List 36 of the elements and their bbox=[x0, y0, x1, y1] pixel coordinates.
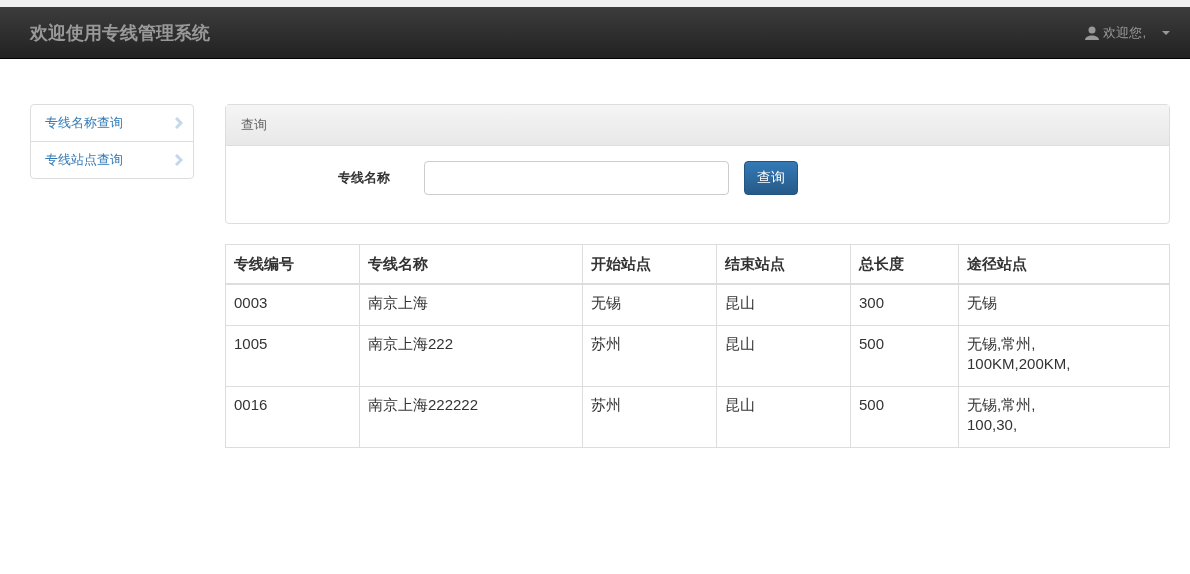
column-header: 开始站点 bbox=[582, 244, 717, 284]
input-field[interactable] bbox=[424, 161, 729, 195]
chevron-icon bbox=[175, 117, 183, 129]
app-title: 欢迎使用专线管理系统 bbox=[30, 21, 210, 45]
table-cell: 无锡 bbox=[582, 284, 717, 326]
table-cell: 0016 bbox=[225, 386, 360, 448]
user-icon bbox=[1085, 25, 1100, 40]
table-cell: 南京上海222222 bbox=[359, 386, 583, 448]
sidebar-item[interactable]: 专线名称查询 bbox=[31, 105, 193, 141]
table-cell: 苏州 bbox=[582, 325, 717, 387]
table-cell: 500 bbox=[850, 325, 959, 387]
column-header: 途径站点 bbox=[958, 244, 1170, 284]
table-cell: 南京上海 bbox=[359, 284, 583, 326]
chevron-icon bbox=[175, 154, 183, 166]
caret-icon[interactable] bbox=[1162, 30, 1170, 35]
table-cell: 苏州 bbox=[582, 386, 717, 448]
table-cell: 昆山 bbox=[716, 284, 851, 326]
table-cell: 无锡,常州, 100,30, bbox=[958, 386, 1170, 448]
table-cell: 500 bbox=[850, 386, 959, 448]
table-cell: 1005 bbox=[225, 325, 360, 387]
table-cell: 昆山 bbox=[716, 325, 851, 387]
table-cell: 无锡 bbox=[958, 284, 1170, 326]
query-button[interactable]: 查询 bbox=[744, 161, 798, 195]
column-header: 结束站点 bbox=[716, 244, 851, 284]
user-menu[interactable]: 欢迎您, bbox=[1103, 23, 1146, 42]
table-cell: 昆山 bbox=[716, 386, 851, 448]
sidebar-item[interactable]: 专线站点查询 bbox=[31, 141, 193, 178]
column-header: 总长度 bbox=[850, 244, 959, 284]
column-header: 专线编号 bbox=[225, 244, 360, 284]
field-label: 专线名称 bbox=[338, 169, 391, 187]
table-cell: 无锡,常州, 100KM,200KM, bbox=[958, 325, 1170, 387]
panel-title: 查询 bbox=[241, 116, 267, 134]
table-cell: 300 bbox=[850, 284, 959, 326]
table-cell: 南京上海222 bbox=[359, 325, 583, 387]
column-header: 专线名称 bbox=[359, 244, 583, 284]
table-cell: 0003 bbox=[225, 284, 360, 326]
